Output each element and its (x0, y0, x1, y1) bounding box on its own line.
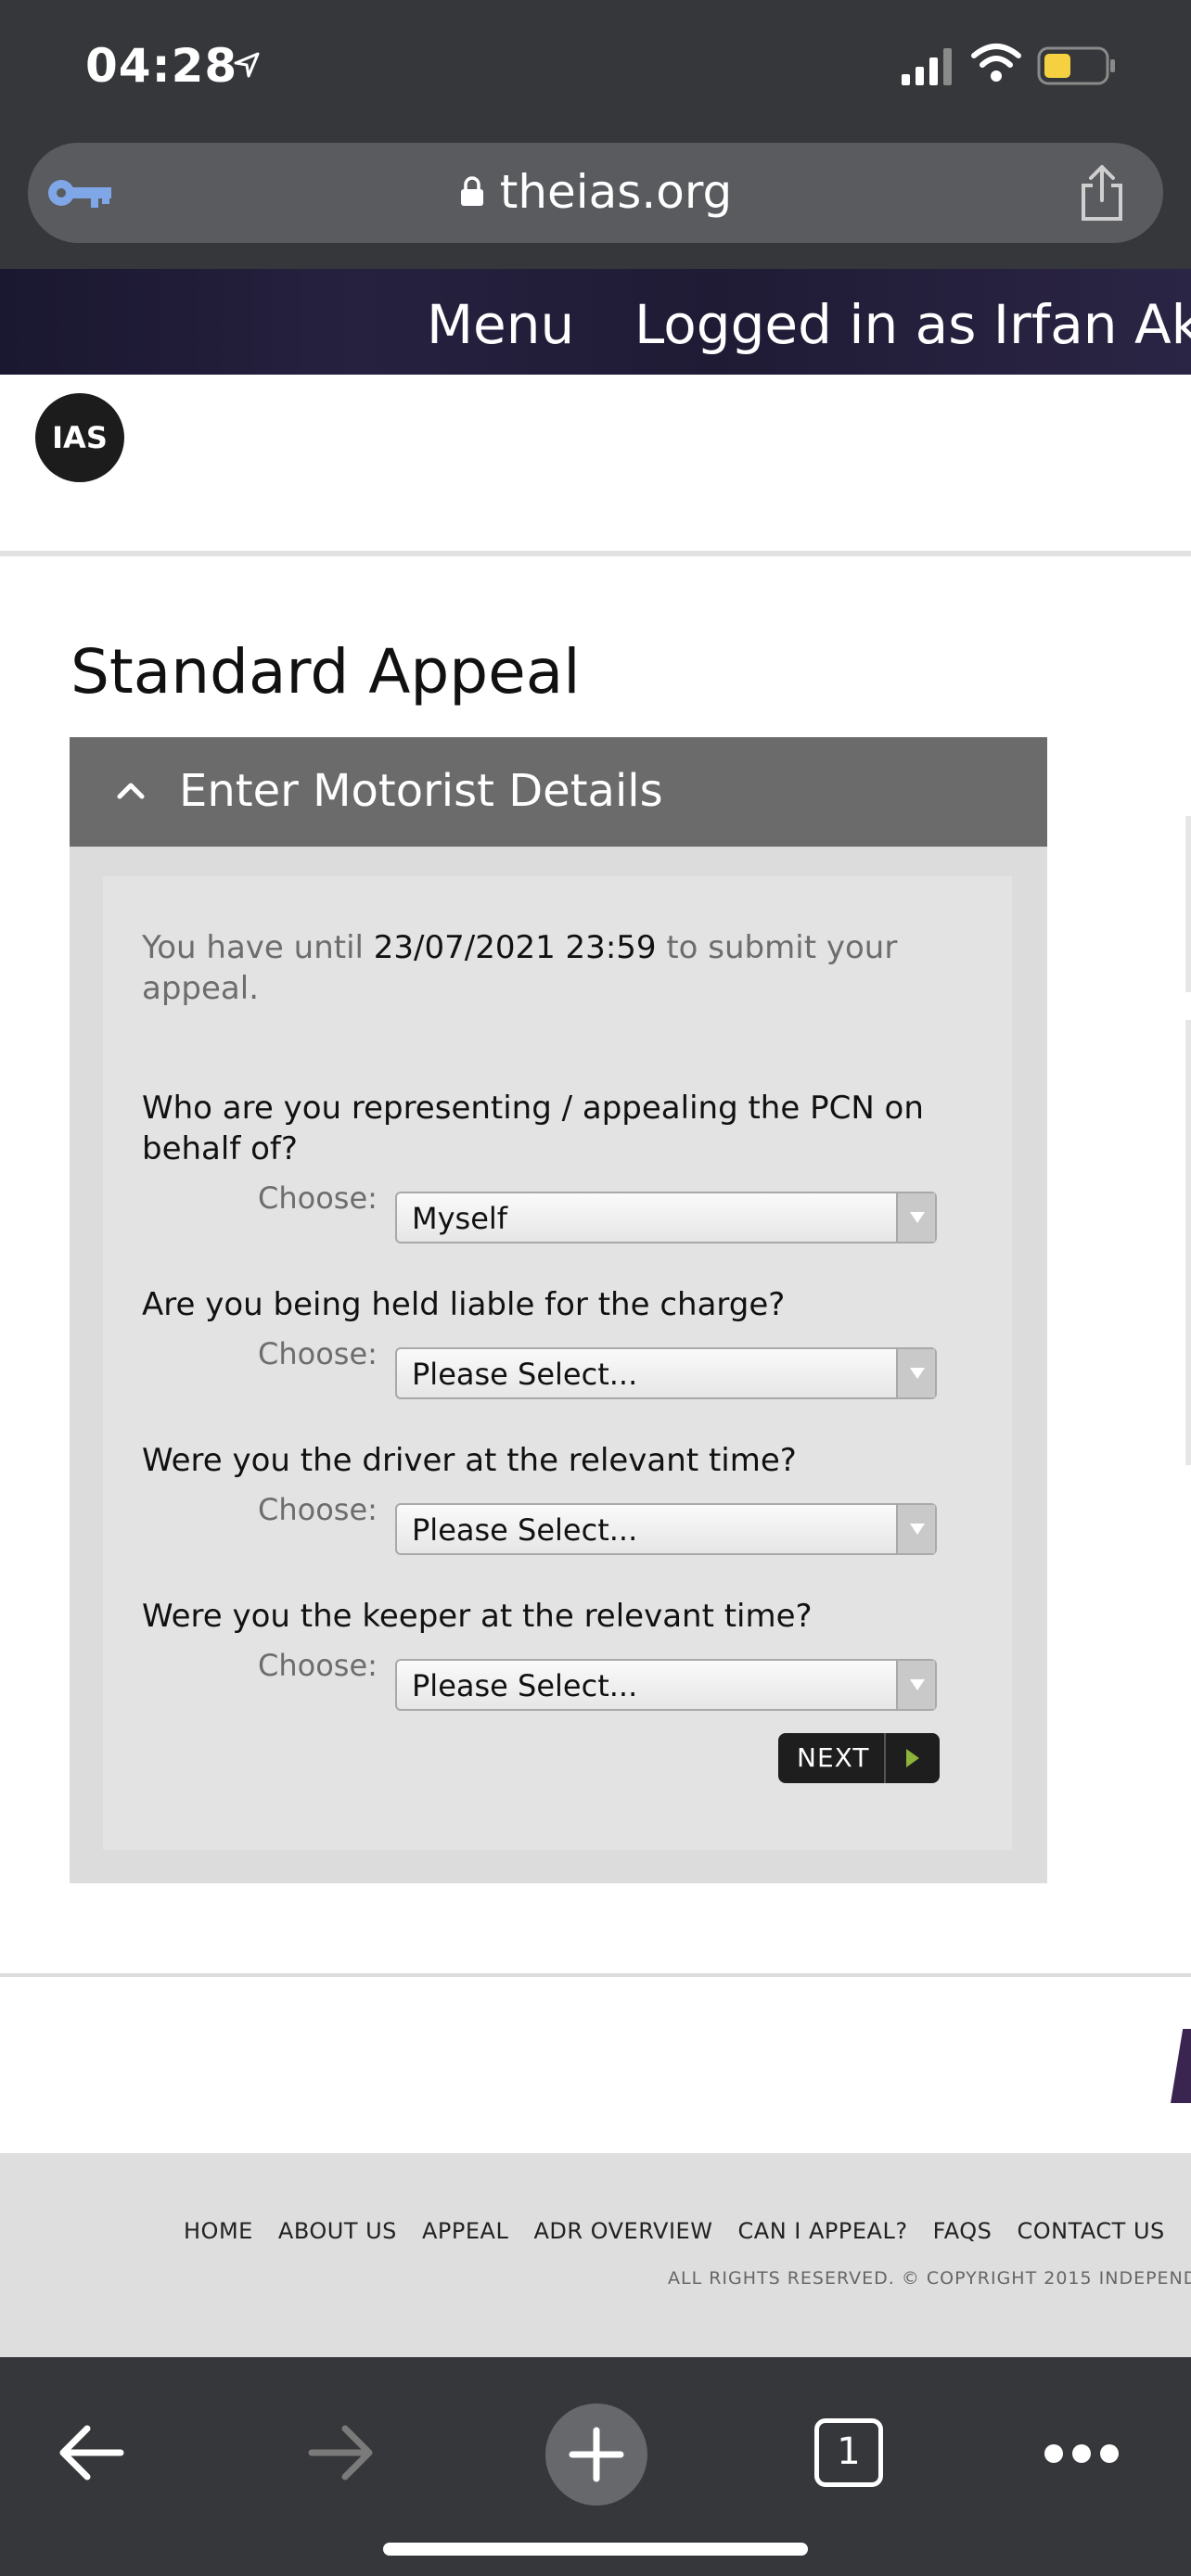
offscreen-graphic (1171, 2029, 1191, 2103)
battery-icon (1037, 46, 1115, 85)
play-arrow-icon (906, 1749, 919, 1767)
question-representing: Who are you representing / appealing the… (142, 1090, 924, 1167)
choose-label: Choose: (258, 1648, 378, 1683)
choose-label: Choose: (258, 1492, 378, 1527)
url-display[interactable]: theias.org (28, 165, 1163, 219)
lock-icon (460, 175, 483, 206)
deadline-notice: You have until 23/07/2021 23:59 to submi… (142, 927, 958, 1009)
choose-label: Choose: (258, 1336, 378, 1371)
location-arrow-icon (234, 52, 260, 78)
status-bar: 04:28 (0, 0, 1191, 139)
keeper-select[interactable]: Please Select... (395, 1659, 937, 1711)
footer-links: HOME ABOUT US APPEAL ADR OVERVIEW CAN I … (184, 2218, 1191, 2244)
footer-link-can-i-appeal[interactable]: CAN I APPEAL? (738, 2218, 908, 2244)
caret-up-icon (117, 783, 145, 799)
logged-in-user-link[interactable]: Logged in as Irfan Ak (634, 293, 1191, 356)
forward-arrow-icon[interactable] (304, 2413, 378, 2493)
footer-link-about[interactable]: ABOUT US (278, 2218, 397, 2244)
selected-value: Please Select... (412, 1512, 638, 1548)
share-icon[interactable] (1076, 163, 1128, 223)
footer-link-adr-overview[interactable]: ADR OVERVIEW (533, 2218, 712, 2244)
back-arrow-icon[interactable] (54, 2413, 128, 2493)
footer-link-home[interactable]: HOME (184, 2218, 253, 2244)
next-button[interactable]: NEXT (778, 1733, 940, 1783)
deadline-prefix: You have until (142, 929, 374, 966)
footer-link-appeal[interactable]: APPEAL (422, 2218, 508, 2244)
liable-select[interactable]: Please Select... (395, 1347, 937, 1399)
panel-header[interactable]: Enter Motorist Details (70, 737, 1047, 847)
offscreen-edge (1185, 816, 1191, 992)
ias-logo[interactable]: IAS (35, 393, 124, 482)
plus-icon (569, 2427, 624, 2482)
offscreen-edge (1185, 1020, 1191, 1465)
next-label: NEXT (797, 1742, 870, 1773)
new-tab-button[interactable] (545, 2404, 647, 2506)
question-driver: Were you the driver at the relevant time… (142, 1442, 797, 1479)
wifi-icon (971, 44, 1021, 82)
footer-link-faqs[interactable]: FAQS (933, 2218, 992, 2244)
button-divider (884, 1733, 886, 1783)
selected-value: Please Select... (412, 1668, 638, 1703)
panel-title: Enter Motorist Details (179, 765, 663, 817)
driver-select[interactable]: Please Select... (395, 1503, 937, 1555)
question-keeper: Were you the keeper at the relevant time… (142, 1598, 813, 1635)
home-indicator[interactable] (383, 2543, 808, 2556)
selected-value: Myself (412, 1201, 508, 1236)
deadline-date: 23/07/2021 23:59 (373, 929, 657, 966)
choose-label: Choose: (258, 1180, 378, 1216)
status-time: 04:28 (85, 39, 238, 93)
divider (0, 1973, 1191, 1977)
page-title: Standard Appeal (70, 636, 581, 708)
footer-link-contact[interactable]: CONTACT US (1018, 2218, 1165, 2244)
selected-value: Please Select... (412, 1357, 638, 1392)
dropdown-arrow-icon (896, 1349, 935, 1397)
question-liable: Are you being held liable for the charge… (142, 1286, 786, 1323)
site-navigation-bar: Menu Logged in as Irfan Ak (0, 269, 1191, 375)
site-footer: HOME ABOUT US APPEAL ADR OVERVIEW CAN I … (0, 2153, 1191, 2357)
representing-select[interactable]: Myself (395, 1192, 937, 1243)
copyright-text: ALL RIGHTS RESERVED. © COPYRIGHT 2015 IN… (668, 2268, 1191, 2289)
menu-link[interactable]: Menu (427, 293, 574, 356)
dropdown-arrow-icon (896, 1661, 935, 1709)
address-bar[interactable]: theias.org (28, 143, 1163, 243)
dropdown-arrow-icon (896, 1505, 935, 1553)
dropdown-arrow-icon (896, 1193, 935, 1242)
tabs-icon[interactable]: 1 (814, 2418, 883, 2487)
more-icon[interactable] (1043, 2442, 1121, 2465)
motorist-details-panel: Enter Motorist Details You have until 23… (70, 737, 1047, 1883)
signal-icon (902, 48, 952, 85)
url-text: theias.org (499, 165, 733, 219)
browser-address-area: theias.org (0, 139, 1191, 269)
logo-row: IAS (0, 375, 1191, 556)
